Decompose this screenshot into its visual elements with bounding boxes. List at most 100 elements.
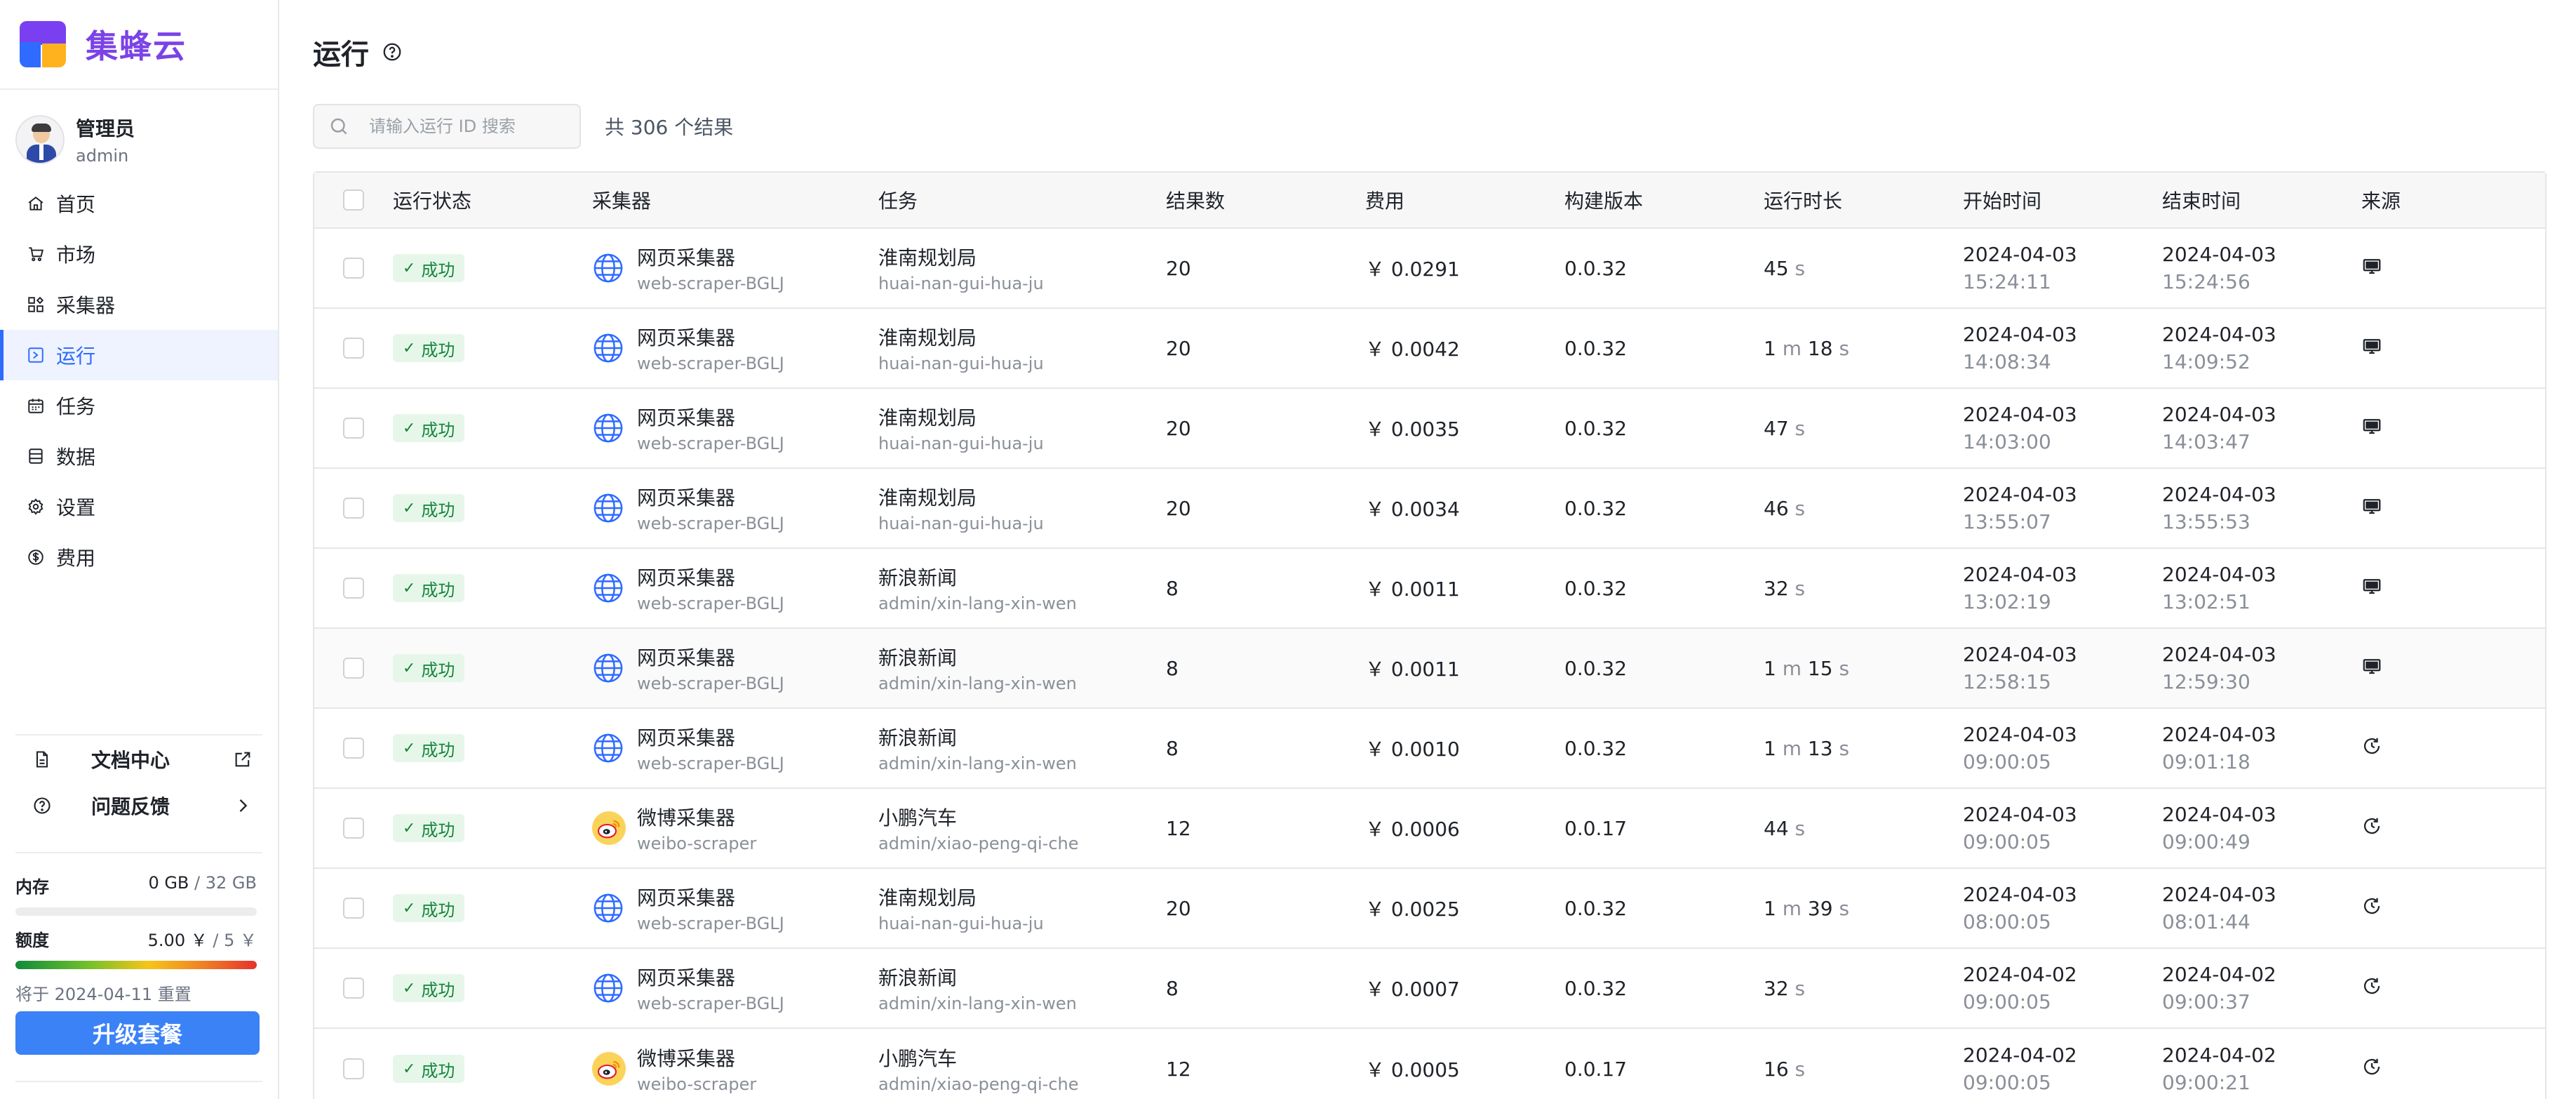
sidebar-item-5[interactable]: 数据	[0, 431, 278, 481]
sidebar-item-6[interactable]: 设置	[0, 481, 278, 532]
scraper-name[interactable]: 网页采集器	[637, 883, 784, 911]
check-icon: ✓	[403, 979, 416, 997]
sidebar-item-4[interactable]: 任务	[0, 380, 278, 431]
table-row[interactable]: ✓ 成功 网页采集器 web-scraper-BGLJ 淮南规划局 huai-nan-gu…	[314, 229, 2545, 309]
sidebar-item-7[interactable]: 费用	[0, 532, 278, 582]
column-header[interactable]: 开始时间	[1963, 186, 2162, 214]
table-row[interactable]: ✓ 成功 网页采集器 web-scraper-BGLJ 新浪新闻 admin/xin-la…	[314, 549, 2545, 629]
upgrade-plan-button[interactable]: 升级套餐	[15, 1011, 260, 1055]
sidebar-divider	[15, 734, 262, 735]
scraper-name[interactable]: 网页采集器	[637, 643, 784, 671]
sidebar-item-3[interactable]: 运行	[0, 330, 278, 380]
search-input[interactable]	[369, 116, 565, 136]
column-header[interactable]: 来源	[2361, 186, 2523, 214]
scraper-name[interactable]: 网页采集器	[637, 563, 784, 591]
docs-center-label: 文档中心	[91, 749, 170, 772]
column-header[interactable]: 采集器	[592, 186, 878, 214]
cost-cell: ￥ 0.0007	[1365, 978, 1460, 1001]
table-header: 运行状态 采集器 任务 结果数 费用 构建版本 运行时长 开始时间 结束时间 来源	[314, 173, 2545, 229]
docs-center-link[interactable]: 文档中心	[15, 738, 253, 780]
duration-seconds: 39	[1807, 896, 1833, 920]
start-date: 2024-04-03	[1963, 483, 2077, 506]
quota-used: 5.00 ￥	[147, 931, 208, 950]
duration-minutes: 1	[1764, 736, 1776, 760]
task-name[interactable]: 淮南规划局	[878, 883, 1166, 911]
duration-unit: m	[1782, 736, 1802, 760]
table-row[interactable]: ✓ 成功 网页采集器 web-scraper-BGLJ 淮南规划局 huai-nan-gu…	[314, 389, 2545, 469]
user-profile[interactable]: 管理员 admin	[0, 90, 278, 166]
scraper-name[interactable]: 网页采集器	[637, 403, 784, 431]
feedback-link[interactable]: 问题反馈	[15, 785, 253, 827]
task-name[interactable]: 新浪新闻	[878, 723, 1166, 751]
task-name[interactable]: 新浪新闻	[878, 563, 1166, 591]
scraper-name[interactable]: 微博采集器	[637, 803, 756, 831]
row-checkbox[interactable]	[343, 258, 364, 279]
task-name[interactable]: 淮南规划局	[878, 323, 1166, 351]
table-row[interactable]: ✓ 成功 微博采集器 weibo-scraper 小鹏汽车 admin/xiao-peng…	[314, 789, 2545, 869]
end-date: 2024-04-03	[2162, 723, 2276, 746]
scraper-name[interactable]: 网页采集器	[637, 963, 784, 991]
column-header[interactable]: 运行时长	[1764, 186, 1963, 214]
start-date: 2024-04-03	[1963, 563, 2077, 586]
task-id: huai-nan-gui-hua-ju	[878, 354, 1044, 373]
row-checkbox[interactable]	[343, 1058, 364, 1079]
row-checkbox[interactable]	[343, 818, 364, 839]
column-header[interactable]: 构建版本	[1564, 186, 1764, 214]
row-checkbox[interactable]	[343, 418, 364, 439]
database-icon	[27, 447, 45, 465]
table-row[interactable]: ✓ 成功 微博采集器 weibo-scraper 小鹏汽车 admin/xiao-peng…	[314, 1029, 2545, 1099]
scraper-name[interactable]: 网页采集器	[637, 483, 784, 511]
row-checkbox[interactable]	[343, 498, 364, 519]
row-checkbox[interactable]	[343, 978, 364, 999]
duration-cell: 1 m 15 s	[1764, 657, 1963, 680]
external-link-icon	[233, 750, 253, 769]
table-row[interactable]: ✓ 成功 网页采集器 web-scraper-BGLJ 淮南规划局 huai-nan-gu…	[314, 869, 2545, 949]
column-header[interactable]: 结束时间	[2162, 186, 2361, 214]
start-time: 13:02:19	[1963, 590, 2051, 613]
scraper-name[interactable]: 微博采集器	[637, 1044, 756, 1072]
version-cell: 0.0.32	[1564, 416, 1628, 440]
schedule-icon	[2361, 818, 2382, 841]
column-header[interactable]: 运行状态	[393, 186, 592, 214]
sidebar-item-0[interactable]: 首页	[0, 178, 278, 229]
end-time: 09:00:21	[2162, 1071, 2250, 1094]
table-row[interactable]: ✓ 成功 网页采集器 web-scraper-BGLJ 新浪新闻 admin/xin-la…	[314, 709, 2545, 789]
task-name[interactable]: 小鹏汽车	[878, 1044, 1166, 1072]
row-checkbox[interactable]	[343, 578, 364, 599]
scraper-name[interactable]: 网页采集器	[637, 323, 784, 351]
table-row[interactable]: ✓ 成功 网页采集器 web-scraper-BGLJ 淮南规划局 huai-nan-gu…	[314, 469, 2545, 549]
select-all-checkbox[interactable]	[343, 189, 364, 211]
sidebar-item-2[interactable]: 采集器	[0, 279, 278, 330]
duration-unit: m	[1782, 336, 1802, 360]
task-name[interactable]: 淮南规划局	[878, 483, 1166, 511]
row-checkbox[interactable]	[343, 658, 364, 679]
column-header[interactable]: 费用	[1365, 186, 1564, 214]
sidebar-item-1[interactable]: 市场	[0, 229, 278, 279]
column-header[interactable]: 任务	[878, 186, 1166, 214]
row-checkbox[interactable]	[343, 898, 364, 919]
scraper-name[interactable]: 网页采集器	[637, 243, 784, 271]
task-name[interactable]: 淮南规划局	[878, 243, 1166, 271]
start-time: 09:00:05	[1963, 830, 2051, 853]
duration-seconds: 32	[1764, 576, 1789, 600]
version-cell: 0.0.32	[1564, 336, 1628, 360]
table-row[interactable]: ✓ 成功 网页采集器 web-scraper-BGLJ 新浪新闻 admin/xin-la…	[314, 949, 2545, 1029]
row-checkbox[interactable]	[343, 338, 364, 359]
column-header[interactable]: 结果数	[1166, 186, 1365, 214]
table-row[interactable]: ✓ 成功 网页采集器 web-scraper-BGLJ 新浪新闻 admin/xin-la…	[314, 629, 2545, 709]
table-row[interactable]: ✓ 成功 网页采集器 web-scraper-BGLJ 淮南规划局 huai-nan-gu…	[314, 309, 2545, 389]
scraper-name[interactable]: 网页采集器	[637, 723, 784, 751]
task-name[interactable]: 新浪新闻	[878, 643, 1166, 671]
duration-cell: 32 s	[1764, 577, 1963, 600]
globe-icon	[592, 412, 624, 444]
row-checkbox[interactable]	[343, 738, 364, 759]
logo[interactable]: 集蜂云	[0, 0, 278, 90]
status-label: 成功	[421, 260, 455, 280]
globe-icon	[592, 252, 624, 284]
task-name[interactable]: 淮南规划局	[878, 403, 1166, 431]
sidebar-nav: 首页 市场 采集器 运行 任务 数据 设置 费用	[0, 178, 278, 582]
task-name[interactable]: 小鹏汽车	[878, 803, 1166, 831]
help-icon[interactable]	[382, 41, 403, 62]
task-name[interactable]: 新浪新闻	[878, 963, 1166, 991]
duration-unit: s	[1795, 416, 1806, 440]
